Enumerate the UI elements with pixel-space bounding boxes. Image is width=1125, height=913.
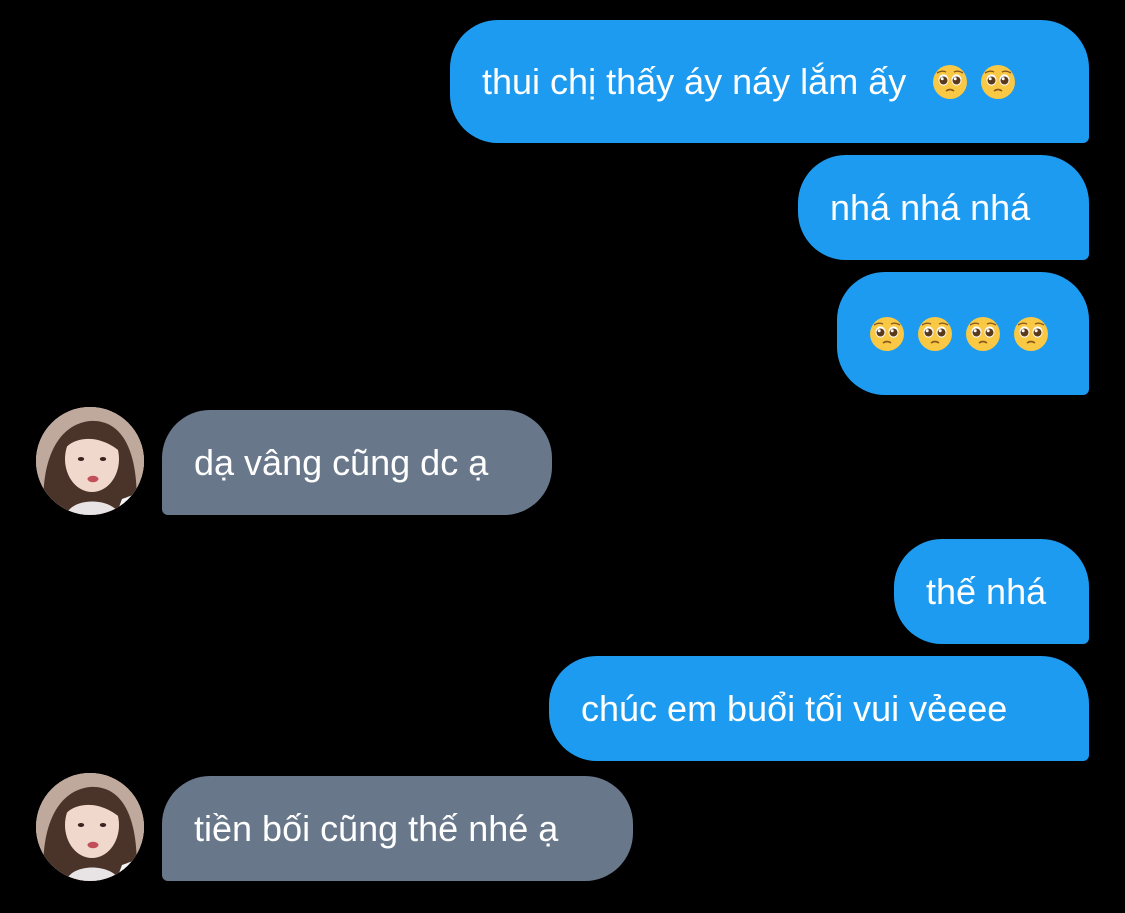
- message-bubble-sent[interactable]: thế nhá: [894, 539, 1089, 644]
- pleading-face-emoji-icon: [917, 316, 953, 352]
- message-text: thui chị thấy áy náy lắm ấy: [482, 60, 907, 102]
- message-text: dạ vâng cũng dc ạ: [194, 441, 489, 483]
- message-text: chúc em buổi tối vui vẻeee: [581, 687, 1008, 729]
- pleading-face-emoji-icon: [965, 316, 1001, 352]
- message-bubble-sent[interactable]: chúc em buổi tối vui vẻeee: [549, 656, 1089, 761]
- message-text: thế nhá: [926, 570, 1047, 612]
- message-text: tiền bối cũng thế nhé ạ: [194, 807, 559, 849]
- message-bubble-received[interactable]: dạ vâng cũng dc ạ: [162, 410, 552, 515]
- pleading-face-emoji-icon: [1013, 316, 1049, 352]
- message-text: nhá nhá nhá: [830, 186, 1031, 228]
- avatar[interactable]: [36, 773, 144, 881]
- pleading-face-emoji-icon: [869, 316, 905, 352]
- avatar[interactable]: [36, 407, 144, 515]
- pleading-face-emoji-icon: [932, 64, 968, 100]
- message-bubble-sent[interactable]: [837, 272, 1089, 395]
- message-bubble-sent[interactable]: thui chị thấy áy náy lắm ấy: [450, 20, 1089, 143]
- pleading-face-emoji-icon: [980, 64, 1016, 100]
- message-bubble-sent[interactable]: nhá nhá nhá: [798, 155, 1089, 260]
- message-bubble-received[interactable]: tiền bối cũng thế nhé ạ: [162, 776, 633, 881]
